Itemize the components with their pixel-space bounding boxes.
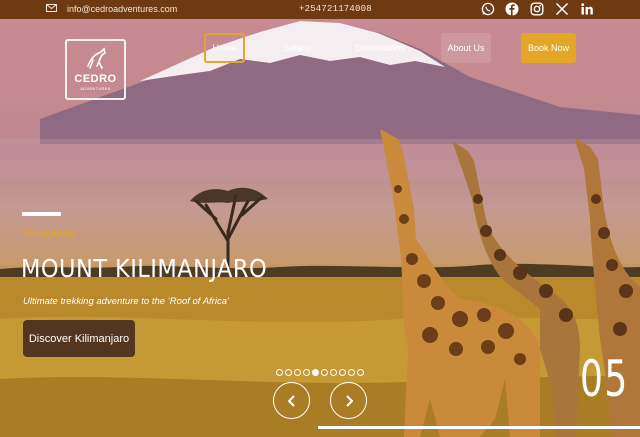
pagination-dot[interactable] (303, 369, 310, 376)
pagination-dot[interactable] (339, 369, 346, 376)
logo-tagline: ADVENTURES (80, 86, 111, 91)
slide-tagline: Ultimate trekking adventure to the ‘Roof… (23, 296, 230, 307)
contact-email[interactable]: info@cedroadventures.com (67, 4, 177, 14)
pagination-dot[interactable] (357, 369, 364, 376)
pagination-dot-active[interactable] (312, 369, 319, 376)
slide-number: 05 (580, 350, 629, 408)
nav-safaris[interactable]: Safaris (281, 33, 313, 63)
pagination-dot[interactable] (348, 369, 355, 376)
next-slide-button[interactable] (330, 382, 367, 419)
book-now-button[interactable]: Book Now (521, 33, 576, 63)
top-bar: info@cedroadventures.com +254721174008 (0, 0, 640, 19)
nav-destinations[interactable]: Destinations (350, 33, 410, 63)
instagram-icon[interactable] (530, 2, 544, 16)
pagination-dot[interactable] (330, 369, 337, 376)
whatsapp-icon[interactable] (481, 2, 495, 16)
slide-kicker: TANZANIA (23, 229, 76, 240)
chevron-right-icon (345, 394, 353, 407)
slide-title: MOUNT KILIMANJARO (21, 254, 268, 283)
nav-about-us[interactable]: About Us (441, 33, 491, 63)
prev-slide-button[interactable] (273, 382, 310, 419)
facebook-icon[interactable] (505, 2, 519, 16)
cheetah-logo-icon (87, 47, 106, 69)
mail-icon (46, 4, 57, 12)
cedro-logo[interactable]: CEDRO ADVENTURES (65, 39, 126, 100)
chevron-left-icon (287, 394, 295, 407)
pagination-dot[interactable] (294, 369, 301, 376)
pagination-dot[interactable] (276, 369, 283, 376)
caption-divider (22, 212, 61, 216)
contact-phone[interactable]: +254721174008 (299, 4, 372, 14)
x-icon[interactable] (555, 2, 569, 16)
pagination-dot[interactable] (285, 369, 292, 376)
slide-progress-bar (318, 426, 640, 429)
discover-button[interactable]: Discover Kilimanjaro (23, 320, 135, 357)
linkedin-icon[interactable] (580, 2, 594, 16)
logo-wordmark: CEDRO (74, 73, 117, 85)
nav-home[interactable]: Home (204, 33, 245, 63)
pagination-dot[interactable] (321, 369, 328, 376)
hero-slider: CEDRO ADVENTURES Home Safaris Destinatio… (0, 19, 640, 437)
